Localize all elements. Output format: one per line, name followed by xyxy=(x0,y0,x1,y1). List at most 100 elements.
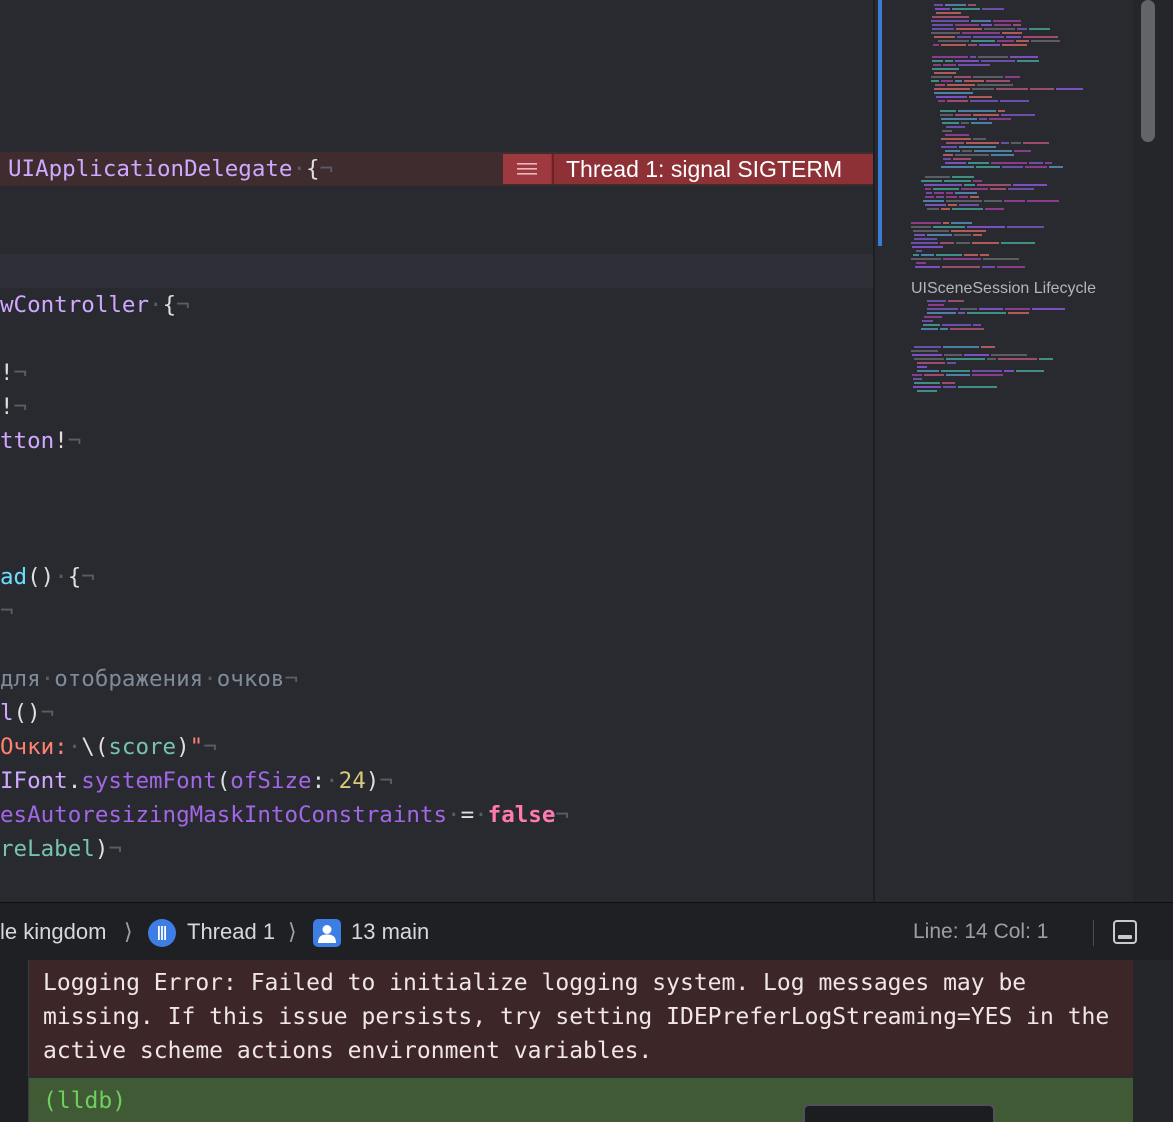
minimap-code-segment xyxy=(932,16,969,18)
minimap-code-segment xyxy=(945,150,960,152)
minimap-code-segment xyxy=(932,68,959,70)
whitespace-marker: · xyxy=(149,292,163,318)
minimap-code-segment xyxy=(970,196,979,198)
code-line[interactable]: tton!¬ xyxy=(0,424,81,458)
code-line[interactable]: ¬ xyxy=(0,594,14,628)
minimap-code-segment xyxy=(931,76,952,78)
whitespace-marker: ¬ xyxy=(319,156,334,182)
minimap-code-segment xyxy=(983,258,1019,260)
minimap-code-segment xyxy=(1013,184,1047,186)
code-token: ! xyxy=(0,394,14,420)
code-line[interactable]: l()¬ xyxy=(0,696,54,730)
minimap-code-segment xyxy=(1016,40,1029,42)
minimap-code-segment xyxy=(979,44,1000,46)
minimap-code-segment xyxy=(961,188,988,190)
minimap-code-segment xyxy=(987,358,996,360)
console-input-row[interactable]: (lldb) xyxy=(29,1078,1133,1122)
minimap-code-segment xyxy=(1001,114,1035,116)
code-line[interactable]: !¬ xyxy=(0,356,27,390)
code-token: ofSize xyxy=(230,768,312,794)
console-toggle-icon[interactable] xyxy=(1113,920,1137,944)
minimap-code-segment xyxy=(946,196,957,198)
minimap-code-segment xyxy=(913,254,919,256)
minimap-code-segment xyxy=(1025,166,1047,168)
minimap-code-segment xyxy=(927,300,946,302)
code-line[interactable]: ad()·{¬ xyxy=(0,560,95,594)
minimap-code-segment xyxy=(1008,188,1034,190)
whitespace-marker: ¬ xyxy=(0,598,14,624)
minimap-code-segment xyxy=(934,192,944,194)
code-line[interactable]: wController·{¬ xyxy=(0,288,190,322)
code-token: UIApplicationDelegate xyxy=(8,156,293,182)
minimap-code-segment xyxy=(946,200,982,202)
whitespace-marker: · xyxy=(67,734,82,760)
breadcrumb-frame[interactable]: 13 main xyxy=(351,903,429,961)
minimap-code-segment xyxy=(951,230,986,232)
minimap-code-segment xyxy=(942,122,959,124)
error-menu-icon[interactable] xyxy=(503,154,551,184)
minimap-code-segment xyxy=(912,374,922,376)
minimap[interactable] xyxy=(875,0,1133,902)
breadcrumb-target[interactable]: le kingdom xyxy=(0,903,106,961)
minimap-code-segment xyxy=(958,110,996,112)
minimap-code-segment xyxy=(943,154,953,156)
minimap-code-segment xyxy=(940,242,954,244)
minimap-code-segment xyxy=(998,110,1005,112)
code-line[interactable]: reLabel)¬ xyxy=(0,832,122,866)
minimap-code-segment xyxy=(927,234,952,236)
code-token: = xyxy=(460,802,475,828)
minimap-code-segment xyxy=(993,20,1021,22)
minimap-code-segment xyxy=(934,88,970,90)
minimap-visible-region[interactable] xyxy=(878,0,882,246)
minimap-code-segment xyxy=(942,324,971,326)
code-token: ad xyxy=(0,564,28,590)
code-line[interactable]: Очки:·\(score)"¬ xyxy=(0,730,217,764)
code-line[interactable]: IFont.systemFont(ofSize:·24)¬ xyxy=(0,764,393,798)
minimap-code-segment xyxy=(962,32,1000,34)
breadcrumb-thread[interactable]: Thread 1 xyxy=(187,903,275,961)
minimap-code-segment xyxy=(1005,76,1020,78)
chevron-right-icon: ⟩ xyxy=(288,919,297,944)
code-editor[interactable]: UIApplicationDelegate·{¬ wController·{¬ !¬… xyxy=(0,0,873,902)
minimap-code-segment xyxy=(946,192,953,194)
minimap-code-segment xyxy=(953,158,971,160)
minimap-code-segment xyxy=(936,254,962,256)
minimap-code-segment xyxy=(943,258,981,260)
minimap-code-segment xyxy=(974,150,1012,152)
code-line[interactable]: esAutoresizingMaskIntoConstraints·=·fals… xyxy=(0,798,569,832)
debug-console[interactable]: Logging Error: Failed to initialize logg… xyxy=(0,960,1173,1122)
minimap-code-segment xyxy=(936,196,944,198)
minimap-code-segment xyxy=(912,354,942,356)
minimap-code-segment xyxy=(952,176,974,178)
minimap-code-segment xyxy=(973,180,982,182)
minimap-code-segment xyxy=(991,154,1014,156)
stack-frame-icon xyxy=(313,919,341,947)
minimap-code-segment xyxy=(1029,28,1050,30)
minimap-code-segment xyxy=(931,80,939,82)
minimap-code-segment xyxy=(991,354,1027,356)
minimap-code-segment xyxy=(943,158,951,160)
minimap-code-segment xyxy=(955,60,979,62)
whitespace-marker: · xyxy=(40,666,55,692)
minimap-code-segment xyxy=(969,96,992,98)
minimap-code-segment xyxy=(945,60,953,62)
minimap-code-segment xyxy=(972,242,999,244)
code-line[interactable]: для·отображения·очков¬ xyxy=(0,662,298,696)
minimap-section-label[interactable]: UISceneSession Lifecycle xyxy=(911,280,1096,298)
minimap-code-segment xyxy=(971,20,991,22)
editor-scrollbar-thumb[interactable] xyxy=(1141,0,1155,142)
code-token: IFont xyxy=(0,768,68,794)
code-line[interactable]: !¬ xyxy=(0,390,27,424)
minimap-code-segment xyxy=(991,162,1027,164)
minimap-code-segment xyxy=(955,80,962,82)
minimap-code-segment xyxy=(941,370,970,372)
error-annotation-badge[interactable]: Thread 1: signal SIGTERM xyxy=(503,154,873,184)
minimap-code-segment xyxy=(964,254,978,256)
minimap-code-segment xyxy=(1007,226,1044,228)
minimap-code-segment xyxy=(931,20,969,22)
minimap-code-segment xyxy=(959,146,996,148)
console-scrollbar[interactable] xyxy=(1133,960,1173,1122)
code-line[interactable]: UIApplicationDelegate·{¬ xyxy=(8,152,333,186)
console-popup[interactable] xyxy=(803,1104,995,1122)
minimap-code-segment xyxy=(933,226,965,228)
